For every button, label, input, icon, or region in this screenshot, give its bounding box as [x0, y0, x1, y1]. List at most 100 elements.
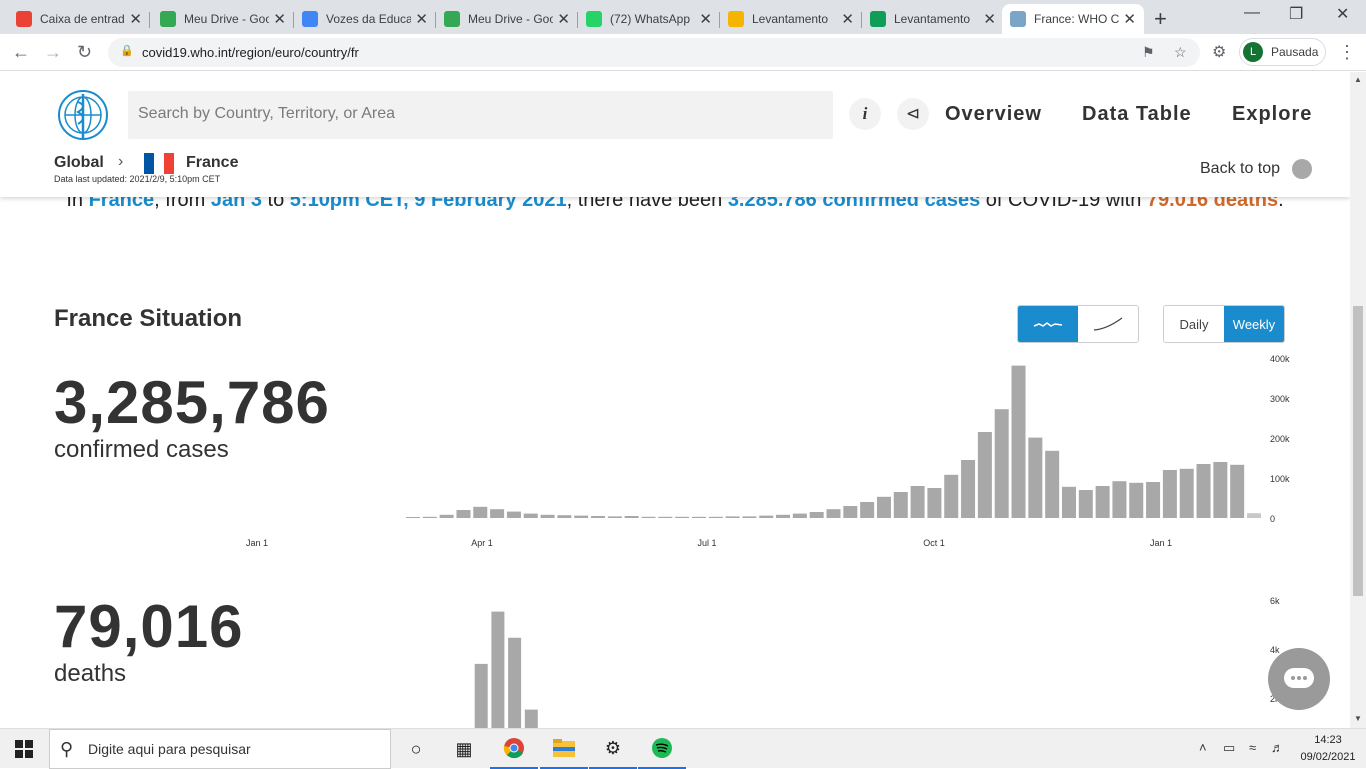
address-bar[interactable]: 🔒 covid19.who.int/region/euro/country/fr… [108, 38, 1200, 67]
translate-icon[interactable]: ⚑ [1142, 44, 1155, 61]
cases-bar [523, 513, 538, 518]
close-window-icon[interactable]: ✕ [1336, 4, 1349, 24]
close-tab-icon[interactable]: ✕ [983, 10, 996, 28]
browser-menu-icon[interactable]: ⋮ [1338, 42, 1356, 63]
gmail-icon [16, 11, 32, 27]
windows-start-icon[interactable] [0, 729, 48, 769]
close-tab-icon[interactable]: ✕ [273, 10, 286, 28]
cases-bar [1162, 470, 1177, 518]
avatar: L [1243, 42, 1263, 62]
breadcrumb-global[interactable]: Global [54, 154, 104, 172]
nav-overview[interactable]: Overview [945, 103, 1042, 126]
scroll-up-icon[interactable]: ▲ [1354, 75, 1362, 84]
minimize-icon[interactable]: — [1244, 4, 1260, 22]
cases-bar [826, 509, 841, 518]
google-drive-icon [160, 11, 176, 27]
browser-tab[interactable]: France: WHO Coronavirus Disease✕ [1002, 4, 1144, 34]
restore-icon[interactable]: ❐ [1289, 4, 1303, 24]
wifi-icon[interactable]: ≈ [1249, 740, 1256, 755]
deaths-bar [524, 709, 538, 728]
cumulative-chart-icon[interactable] [1078, 306, 1138, 342]
cases-bar [406, 517, 420, 518]
taskbar-search-placeholder: Digite aqui para pesquisar [88, 741, 251, 757]
linear-chart-icon[interactable] [1018, 306, 1078, 342]
taskbar-clock[interactable]: 14:23 09/02/2021 [1296, 732, 1360, 766]
chat-button[interactable] [1268, 648, 1330, 710]
cases-bar [1196, 464, 1211, 518]
close-tab-icon[interactable]: ✕ [699, 10, 712, 28]
cases-bar [1095, 486, 1110, 518]
close-tab-icon[interactable]: ✕ [1123, 10, 1136, 28]
cortana-icon[interactable]: ○ [392, 729, 440, 769]
cases-bar [961, 460, 976, 518]
cases-bar [792, 513, 807, 518]
bookmark-star-icon[interactable]: ☆ [1174, 44, 1187, 61]
scrollbar-thumb[interactable] [1353, 306, 1363, 596]
cases-bar [843, 506, 858, 518]
cases-bar [490, 509, 505, 518]
cases-bar [944, 474, 959, 518]
cases-bar [860, 502, 875, 518]
cases-bar [994, 409, 1009, 518]
file-explorer-icon[interactable] [540, 729, 588, 769]
reload-icon[interactable]: ↻ [77, 42, 92, 63]
weekly-button[interactable]: Weekly [1224, 306, 1284, 342]
page-scrollbar[interactable]: ▲ ▼ [1350, 72, 1366, 728]
daily-button[interactable]: Daily [1164, 306, 1224, 342]
share-icon[interactable]: ⊲ [897, 98, 929, 130]
taskbar-search-box[interactable]: ⚲ Digite aqui para pesquisar [49, 729, 391, 769]
forward-icon[interactable]: → [44, 42, 62, 63]
search-icon: ⚲ [60, 739, 74, 759]
browser-tab[interactable]: Caixa de entrada ✕ [8, 4, 150, 34]
cases-bar [1230, 464, 1245, 518]
chrome-icon[interactable] [490, 729, 538, 769]
cases-bar [607, 516, 622, 518]
browser-tab[interactable]: Meu Drive - Google Drive✕ [152, 4, 294, 34]
cases-bar [809, 512, 824, 518]
cases-bar [557, 515, 572, 518]
battery-icon[interactable]: ▭ [1223, 740, 1235, 756]
chat-dot [1297, 676, 1301, 680]
show-hidden-icons-icon[interactable]: ˄ [1199, 740, 1207, 755]
google-sheets-icon [870, 11, 886, 27]
globe-icon[interactable] [1292, 159, 1312, 179]
volume-icon[interactable]: ♬ [1271, 740, 1284, 755]
browser-tab[interactable]: Levantamento ✕ [862, 4, 1004, 34]
close-tab-icon[interactable]: ✕ [841, 10, 854, 28]
url-text: covid19.who.int/region/euro/country/fr [142, 45, 359, 60]
profile-button[interactable]: L Pausada [1239, 38, 1326, 66]
site-header: Search by Country, Territory, or Area i … [0, 72, 1350, 197]
task-view-icon[interactable]: ▦ [440, 729, 488, 769]
nav-data-table[interactable]: Data Table [1082, 103, 1192, 126]
new-tab-button[interactable]: + [1154, 6, 1167, 32]
browser-tab[interactable]: Meu Drive - Google Drive✕ [436, 4, 578, 34]
who-logo-icon[interactable] [54, 88, 112, 142]
settings-icon[interactable]: ⚙ [589, 729, 637, 769]
browser-toolbar: ← → ↻ 🔒 covid19.who.int/region/euro/coun… [0, 34, 1366, 71]
clock-date: 09/02/2021 [1300, 751, 1356, 763]
cases-bar [624, 516, 639, 518]
close-tab-icon[interactable]: ✕ [415, 10, 428, 28]
scroll-down-icon[interactable]: ▼ [1354, 714, 1362, 723]
extensions-icon[interactable]: ⚙ [1212, 42, 1226, 62]
browser-tab[interactable]: (72) WhatsApp ✕ [578, 4, 720, 34]
cases-bar [456, 510, 471, 518]
cases-bar [759, 515, 774, 518]
browser-tab-title: France: WHO Coronavirus Disease [1034, 12, 1120, 26]
back-icon[interactable]: ← [12, 42, 30, 63]
browser-tab[interactable]: Vozes da Educação✕ [294, 4, 436, 34]
x-tick-label: Apr 1 [471, 538, 493, 548]
y-tick-label: 0 [1270, 514, 1275, 524]
close-tab-icon[interactable]: ✕ [557, 10, 570, 28]
info-icon[interactable]: i [849, 98, 881, 130]
back-to-top-link[interactable]: Back to top [1200, 160, 1280, 178]
nav-explore[interactable]: Explore [1232, 103, 1312, 126]
chat-dot [1303, 676, 1307, 680]
browser-tab[interactable]: Levantamento ✕ [720, 4, 862, 34]
browser-tab-title: Vozes da Educação [326, 12, 412, 26]
close-tab-icon[interactable]: ✕ [129, 10, 142, 28]
country-search-input[interactable]: Search by Country, Territory, or Area [128, 91, 833, 139]
deaths-bar [474, 663, 488, 728]
spotify-icon[interactable] [638, 729, 686, 769]
cases-bar [742, 516, 757, 518]
